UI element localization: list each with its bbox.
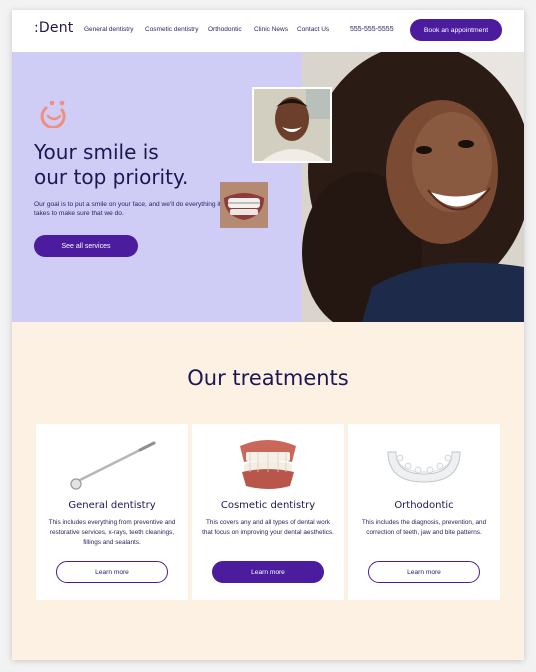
site-header: :Dent General dentistry Cosmetic dentist… bbox=[12, 10, 524, 52]
nav-contact-us[interactable]: Contact Us bbox=[297, 26, 329, 33]
card-text-general: This includes everything from preventive… bbox=[48, 519, 176, 546]
card-title-general: General dentistry bbox=[68, 500, 156, 511]
treatment-card-general: General dentistry This includes everythi… bbox=[36, 424, 188, 600]
book-appointment-button[interactable]: Book an appointment bbox=[410, 19, 502, 41]
learn-more-general-button[interactable]: Learn more bbox=[56, 561, 168, 583]
smile-logo-icon bbox=[40, 100, 66, 128]
photo-braces-smile bbox=[220, 182, 268, 228]
phone-number[interactable]: 555-555-5555 bbox=[350, 26, 394, 33]
learn-more-cosmetic-button[interactable]: Learn more bbox=[212, 561, 324, 583]
photo-smiling-man bbox=[252, 87, 332, 163]
treatment-card-cosmetic: Cosmetic dentistry This covers any and a… bbox=[192, 424, 344, 600]
hero-title: Your smile is our top priority. bbox=[34, 140, 234, 190]
page-frame: :Dent General dentistry Cosmetic dentist… bbox=[12, 10, 524, 660]
hero-title-line2: our top priority. bbox=[34, 165, 189, 189]
card-title-cosmetic: Cosmetic dentistry bbox=[220, 500, 316, 511]
nav-orthodontic[interactable]: Orthodontic bbox=[208, 26, 242, 33]
nav-clinic-news[interactable]: Clinic News bbox=[254, 26, 288, 33]
site-logo[interactable]: :Dent bbox=[34, 20, 73, 36]
learn-more-orthodontic-button[interactable]: Learn more bbox=[368, 561, 480, 583]
nav-cosmetic-dentistry[interactable]: Cosmetic dentistry bbox=[145, 26, 198, 33]
clear-aligner-icon bbox=[387, 451, 461, 483]
hero-description: Our goal is to put a smile on your face,… bbox=[34, 201, 221, 217]
treatments-title: Our treatments bbox=[187, 366, 349, 390]
hero-photo-woman bbox=[302, 52, 524, 322]
dental-mirror-icon bbox=[70, 441, 156, 490]
nav-general-dentistry[interactable]: General dentistry bbox=[84, 26, 134, 33]
card-text-orthodontic: This includes the diagnosis, prevention,… bbox=[361, 519, 487, 536]
dentures-icon bbox=[240, 440, 296, 489]
treatment-card-orthodontic: Orthodontic This includes the diagnosis,… bbox=[348, 424, 500, 600]
hero-title-line1: Your smile is bbox=[34, 140, 159, 164]
card-title-orthodontic: Orthodontic bbox=[394, 500, 454, 511]
see-all-services-button[interactable]: See all services bbox=[34, 235, 138, 257]
card-text-cosmetic: This covers any and all types of dental … bbox=[202, 519, 334, 536]
